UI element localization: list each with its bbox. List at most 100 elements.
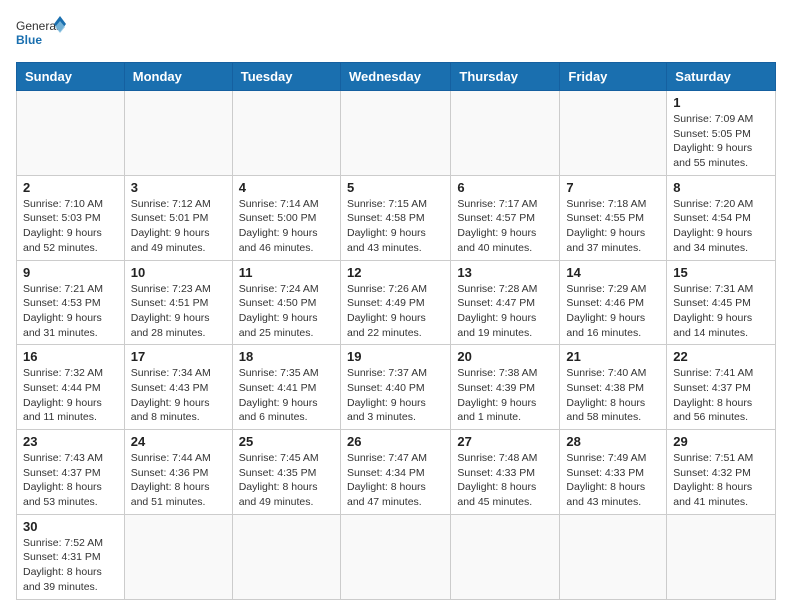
- calendar-cell: 18Sunrise: 7:35 AM Sunset: 4:41 PM Dayli…: [232, 345, 340, 430]
- day-info: Sunrise: 7:12 AM Sunset: 5:01 PM Dayligh…: [131, 197, 226, 256]
- calendar-cell: 10Sunrise: 7:23 AM Sunset: 4:51 PM Dayli…: [124, 260, 232, 345]
- calendar-cell: 15Sunrise: 7:31 AM Sunset: 4:45 PM Dayli…: [667, 260, 776, 345]
- calendar-cell: 12Sunrise: 7:26 AM Sunset: 4:49 PM Dayli…: [340, 260, 450, 345]
- calendar-cell: [124, 91, 232, 176]
- day-number: 4: [239, 180, 334, 195]
- day-number: 8: [673, 180, 769, 195]
- day-info: Sunrise: 7:10 AM Sunset: 5:03 PM Dayligh…: [23, 197, 118, 256]
- day-number: 5: [347, 180, 444, 195]
- day-number: 21: [566, 349, 660, 364]
- weekday-header: Monday: [124, 63, 232, 91]
- calendar-cell: 9Sunrise: 7:21 AM Sunset: 4:53 PM Daylig…: [17, 260, 125, 345]
- calendar-cell: 24Sunrise: 7:44 AM Sunset: 4:36 PM Dayli…: [124, 430, 232, 515]
- day-number: 20: [457, 349, 553, 364]
- calendar-cell: 3 Sunrise: 7:12 AM Sunset: 5:01 PM Daylig…: [124, 175, 232, 260]
- day-info: Sunrise: 7:24 AM Sunset: 4:50 PM Dayligh…: [239, 282, 334, 341]
- calendar-cell: 27 Sunrise: 7:48 AM Sunset: 4:33 PM Dayli…: [451, 430, 560, 515]
- day-info: Sunrise: 7:17 AM Sunset: 4:57 PM Dayligh…: [457, 197, 553, 256]
- day-info: Sunrise: 7:49 AM Sunset: 4:33 PM Dayligh…: [566, 451, 660, 510]
- day-info: Sunrise: 7:31 AM Sunset: 4:45 PM Dayligh…: [673, 282, 769, 341]
- day-number: 6: [457, 180, 553, 195]
- day-info: Sunrise: 7:47 AM Sunset: 4:34 PM Dayligh…: [347, 451, 444, 510]
- day-number: 25: [239, 434, 334, 449]
- day-number: 23: [23, 434, 118, 449]
- calendar-week-row: 2 Sunrise: 7:10 AM Sunset: 5:03 PM Daylig…: [17, 175, 776, 260]
- calendar-cell: [560, 514, 667, 599]
- calendar-week-row: 30 Sunrise: 7:52 AM Sunset: 4:31 PM Dayli…: [17, 514, 776, 599]
- day-number: 2: [23, 180, 118, 195]
- day-info: Sunrise: 7:35 AM Sunset: 4:41 PM Dayligh…: [239, 366, 334, 425]
- calendar-cell: 13 Sunrise: 7:28 AM Sunset: 4:47 PM Dayli…: [451, 260, 560, 345]
- day-info: Sunrise: 7:20 AM Sunset: 4:54 PM Dayligh…: [673, 197, 769, 256]
- calendar-cell: 16Sunrise: 7:32 AM Sunset: 4:44 PM Dayli…: [17, 345, 125, 430]
- day-info: Sunrise: 7:32 AM Sunset: 4:44 PM Dayligh…: [23, 366, 118, 425]
- calendar-cell: [667, 514, 776, 599]
- day-number: 26: [347, 434, 444, 449]
- calendar-cell: 5 Sunrise: 7:15 AM Sunset: 4:58 PM Daylig…: [340, 175, 450, 260]
- day-number: 27: [457, 434, 553, 449]
- day-number: 11: [239, 265, 334, 280]
- weekday-header: Friday: [560, 63, 667, 91]
- calendar-body: 1Sunrise: 7:09 AM Sunset: 5:05 PM Daylig…: [17, 91, 776, 600]
- day-info: Sunrise: 7:28 AM Sunset: 4:47 PM Dayligh…: [457, 282, 553, 341]
- weekday-header: Sunday: [17, 63, 125, 91]
- calendar-cell: [232, 91, 340, 176]
- calendar-cell: 25 Sunrise: 7:45 AM Sunset: 4:35 PM Dayli…: [232, 430, 340, 515]
- day-number: 30: [23, 519, 118, 534]
- day-info: Sunrise: 7:45 AM Sunset: 4:35 PM Dayligh…: [239, 451, 334, 510]
- calendar-cell: 20Sunrise: 7:38 AM Sunset: 4:39 PM Dayli…: [451, 345, 560, 430]
- header: General Blue: [16, 16, 776, 52]
- calendar-cell: 14 Sunrise: 7:29 AM Sunset: 4:46 PM Dayli…: [560, 260, 667, 345]
- calendar-cell: 28 Sunrise: 7:49 AM Sunset: 4:33 PM Dayli…: [560, 430, 667, 515]
- svg-text:Blue: Blue: [16, 33, 42, 47]
- day-info: Sunrise: 7:29 AM Sunset: 4:46 PM Dayligh…: [566, 282, 660, 341]
- day-info: Sunrise: 7:41 AM Sunset: 4:37 PM Dayligh…: [673, 366, 769, 425]
- weekday-header: Saturday: [667, 63, 776, 91]
- day-info: Sunrise: 7:48 AM Sunset: 4:33 PM Dayligh…: [457, 451, 553, 510]
- day-number: 10: [131, 265, 226, 280]
- calendar-cell: 26 Sunrise: 7:47 AM Sunset: 4:34 PM Dayli…: [340, 430, 450, 515]
- calendar-cell: [560, 91, 667, 176]
- day-number: 24: [131, 434, 226, 449]
- calendar-cell: 11 Sunrise: 7:24 AM Sunset: 4:50 PM Dayli…: [232, 260, 340, 345]
- day-number: 29: [673, 434, 769, 449]
- day-number: 22: [673, 349, 769, 364]
- day-info: Sunrise: 7:43 AM Sunset: 4:37 PM Dayligh…: [23, 451, 118, 510]
- day-info: Sunrise: 7:26 AM Sunset: 4:49 PM Dayligh…: [347, 282, 444, 341]
- calendar-week-row: 16Sunrise: 7:32 AM Sunset: 4:44 PM Dayli…: [17, 345, 776, 430]
- calendar-cell: [451, 514, 560, 599]
- calendar-cell: 29Sunrise: 7:51 AM Sunset: 4:32 PM Dayli…: [667, 430, 776, 515]
- calendar-cell: 19 Sunrise: 7:37 AM Sunset: 4:40 PM Dayli…: [340, 345, 450, 430]
- calendar-week-row: 23 Sunrise: 7:43 AM Sunset: 4:37 PM Dayli…: [17, 430, 776, 515]
- logo: General Blue: [16, 16, 66, 52]
- weekday-header: Wednesday: [340, 63, 450, 91]
- calendar-cell: [340, 514, 450, 599]
- day-info: Sunrise: 7:14 AM Sunset: 5:00 PM Dayligh…: [239, 197, 334, 256]
- day-number: 3: [131, 180, 226, 195]
- calendar-week-row: 1Sunrise: 7:09 AM Sunset: 5:05 PM Daylig…: [17, 91, 776, 176]
- day-number: 14: [566, 265, 660, 280]
- weekday-row: SundayMondayTuesdayWednesdayThursdayFrid…: [17, 63, 776, 91]
- day-info: Sunrise: 7:37 AM Sunset: 4:40 PM Dayligh…: [347, 366, 444, 425]
- day-info: Sunrise: 7:21 AM Sunset: 4:53 PM Dayligh…: [23, 282, 118, 341]
- page-container: General Blue SundayMondayTuesdayWednesda…: [16, 16, 776, 600]
- calendar-cell: [340, 91, 450, 176]
- day-number: 19: [347, 349, 444, 364]
- calendar-cell: 8 Sunrise: 7:20 AM Sunset: 4:54 PM Daylig…: [667, 175, 776, 260]
- day-info: Sunrise: 7:15 AM Sunset: 4:58 PM Dayligh…: [347, 197, 444, 256]
- day-info: Sunrise: 7:52 AM Sunset: 4:31 PM Dayligh…: [23, 536, 118, 595]
- day-number: 28: [566, 434, 660, 449]
- calendar-header: SundayMondayTuesdayWednesdayThursdayFrid…: [17, 63, 776, 91]
- calendar-cell: 21Sunrise: 7:40 AM Sunset: 4:38 PM Dayli…: [560, 345, 667, 430]
- svg-text:General: General: [16, 19, 59, 33]
- day-number: 13: [457, 265, 553, 280]
- calendar-cell: 30 Sunrise: 7:52 AM Sunset: 4:31 PM Dayli…: [17, 514, 125, 599]
- day-number: 7: [566, 180, 660, 195]
- day-number: 17: [131, 349, 226, 364]
- calendar-cell: [451, 91, 560, 176]
- logo-svg: General Blue: [16, 16, 66, 52]
- calendar-cell: 17Sunrise: 7:34 AM Sunset: 4:43 PM Dayli…: [124, 345, 232, 430]
- calendar-cell: 7Sunrise: 7:18 AM Sunset: 4:55 PM Daylig…: [560, 175, 667, 260]
- calendar-cell: 6 Sunrise: 7:17 AM Sunset: 4:57 PM Daylig…: [451, 175, 560, 260]
- day-info: Sunrise: 7:09 AM Sunset: 5:05 PM Dayligh…: [673, 112, 769, 171]
